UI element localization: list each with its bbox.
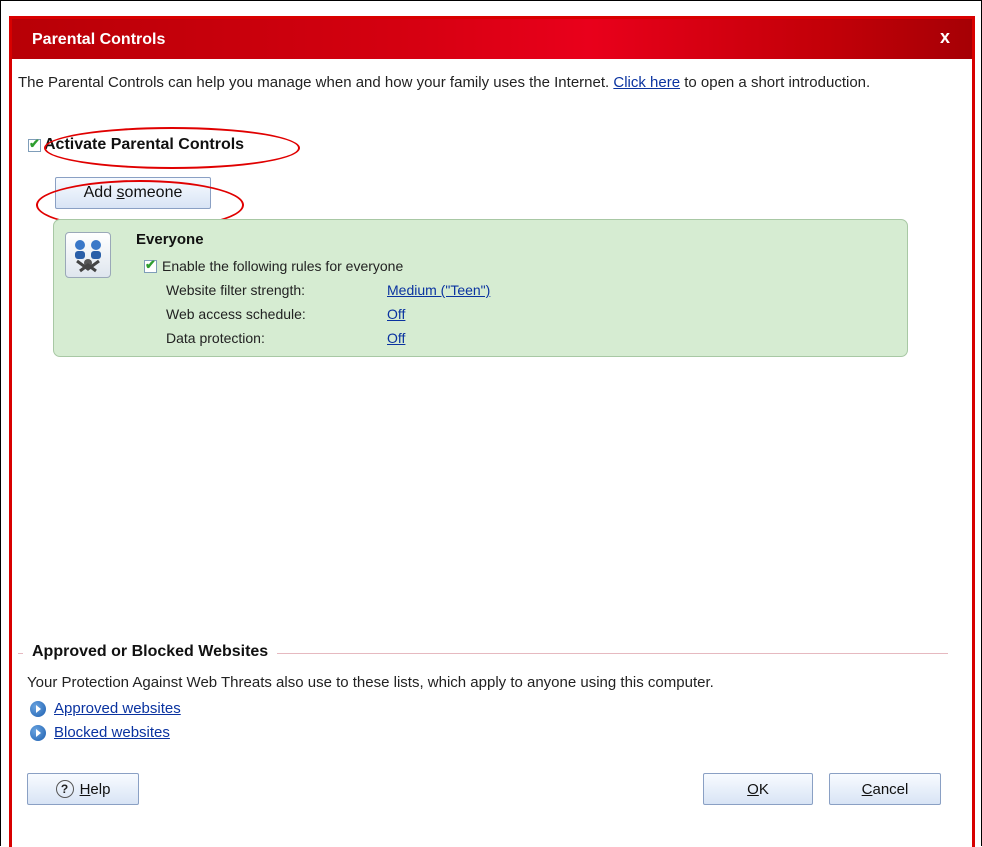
arrow-circle-icon — [30, 700, 46, 717]
approved-websites-link[interactable]: Approved websites — [54, 700, 181, 717]
users-group-icon — [65, 232, 111, 278]
web-access-schedule-value-link[interactable]: Off — [387, 306, 405, 322]
ok-button[interactable]: OK — [703, 773, 813, 805]
blocked-websites-row[interactable]: Blocked websites — [30, 724, 170, 741]
cancel-label-accel: C — [861, 780, 873, 798]
enable-rules-row[interactable]: ✔ Enable the following rules for everyon… — [144, 256, 404, 274]
click-here-link[interactable]: Click here — [613, 74, 680, 91]
data-protection-value-link[interactable]: Off — [387, 330, 405, 346]
arrow-circle-icon — [30, 724, 46, 741]
title-bar: Parental Controls x — [12, 19, 972, 59]
cancel-button[interactable]: Cancel — [829, 773, 941, 805]
intro-text-main: The Parental Controls can help you manag… — [18, 74, 610, 91]
website-filter-value-link[interactable]: Medium ("Teen") — [387, 282, 490, 298]
dialog-title: Parental Controls — [32, 31, 166, 48]
web-access-schedule-label: Web access schedule: — [166, 306, 306, 322]
blocked-websites-link[interactable]: Blocked websites — [54, 724, 170, 741]
everyone-panel: Everyone ✔ Enable the following rules fo… — [53, 219, 908, 357]
websites-section-description: Your Protection Against Web Threats also… — [27, 674, 714, 691]
intro-text-after: to open a short introduction. — [684, 74, 871, 91]
help-label-accel: H — [79, 780, 91, 798]
cancel-label-rest: ancel — [872, 780, 909, 798]
approved-websites-row[interactable]: Approved websites — [30, 700, 181, 717]
data-protection-label: Data protection: — [166, 330, 265, 346]
everyone-title: Everyone — [136, 231, 204, 248]
checkmark-icon: ✔ — [29, 135, 40, 151]
annotation-ellipse-activate — [44, 127, 300, 169]
close-icon[interactable]: x — [940, 27, 950, 48]
activate-checkbox[interactable]: ✔ — [28, 135, 41, 152]
website-filter-label: Website filter strength: — [166, 282, 306, 298]
enable-rules-label: Enable the following rules for everyone — [162, 258, 404, 274]
ok-label-rest: K — [758, 780, 769, 798]
help-button[interactable]: ? Help — [27, 773, 139, 805]
checkmark-icon: ✔ — [145, 256, 156, 272]
ok-label-accel: O — [747, 780, 759, 798]
enable-rules-checkbox[interactable]: ✔ — [144, 256, 157, 273]
help-label-rest: elp — [90, 780, 111, 798]
help-icon: ? — [55, 780, 74, 798]
intro-text: The Parental Controls can help you manag… — [18, 72, 918, 93]
websites-section-title: Approved or Blocked Websites — [23, 643, 278, 661]
